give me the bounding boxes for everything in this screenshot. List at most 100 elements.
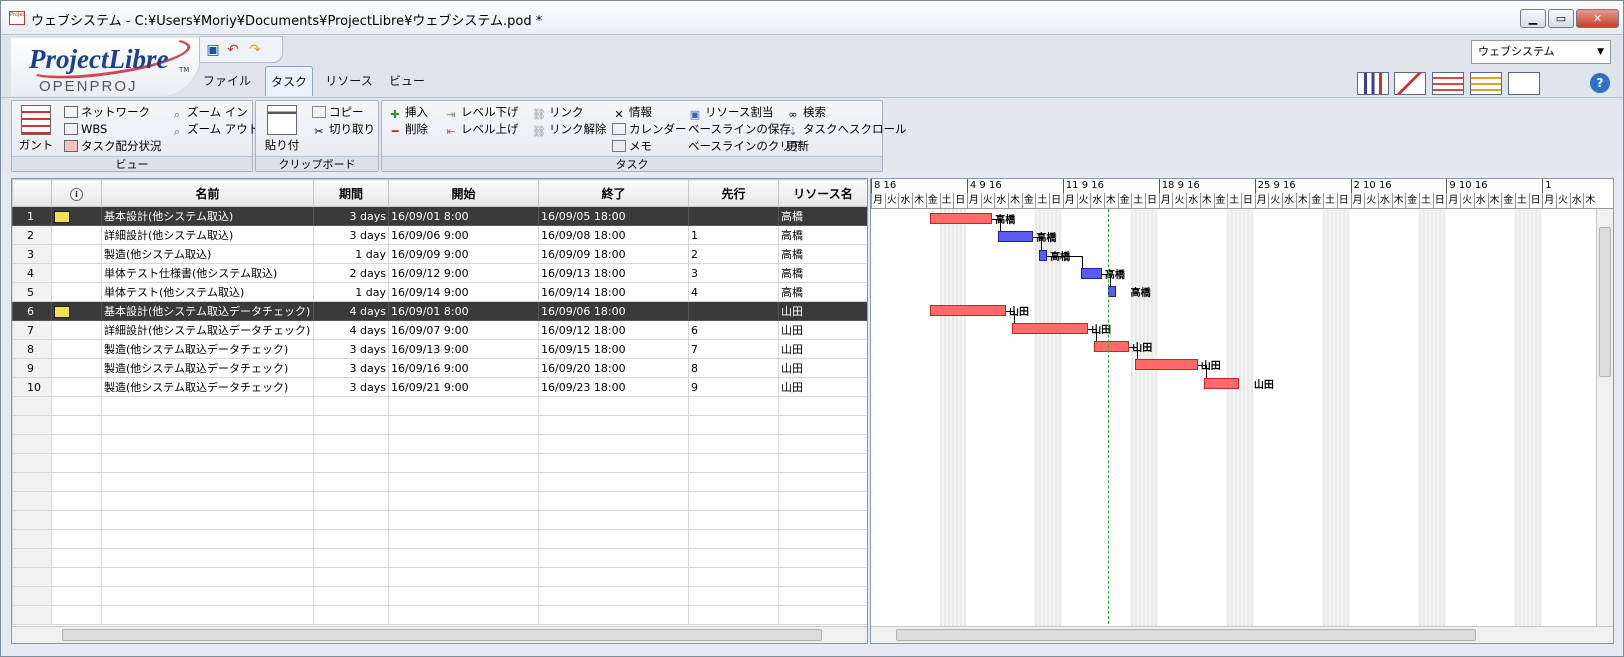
table-row[interactable]: 8 製造(他システム取込データチェック) 3 days 16/09/13 9:00 16… — [12, 339, 867, 359]
empty-cell[interactable] — [313, 586, 389, 606]
duration-cell[interactable]: 2 days — [313, 263, 389, 283]
empty-row[interactable] — [12, 434, 867, 454]
finish-cell[interactable]: 16/09/08 18:00 — [538, 225, 689, 245]
gantt-bar[interactable] — [1012, 322, 1089, 334]
row-number[interactable]: 3 — [12, 244, 52, 264]
row-number[interactable] — [12, 415, 52, 435]
empty-cell[interactable] — [101, 510, 314, 530]
empty-cell[interactable] — [688, 567, 779, 587]
empty-row[interactable] — [12, 605, 867, 625]
indicator-cell[interactable] — [51, 358, 102, 378]
undo-icon[interactable]: ↶ — [224, 42, 242, 58]
unlink-button[interactable]: ⛓ リンク解除 — [532, 121, 606, 138]
gantt-bar[interactable] — [1203, 377, 1239, 389]
duration-cell[interactable]: 3 days — [313, 206, 389, 226]
row-number[interactable] — [12, 567, 52, 587]
scroll-to-task-button[interactable]: ⇣ タスクへスクロール — [786, 121, 906, 138]
empty-cell[interactable] — [538, 415, 689, 435]
empty-cell[interactable] — [778, 586, 867, 606]
row-number[interactable] — [12, 605, 52, 625]
resource-cell[interactable]: 高橋 — [778, 225, 867, 245]
predecessor-cell[interactable]: 4 — [688, 282, 779, 302]
empty-cell[interactable] — [313, 510, 389, 530]
empty-cell[interactable] — [688, 586, 779, 606]
empty-cell[interactable] — [101, 396, 314, 416]
start-cell[interactable]: 16/09/16 9:00 — [388, 358, 539, 378]
resource-cell[interactable]: 山田 — [778, 301, 867, 321]
tab-resource[interactable]: リソース — [317, 66, 381, 96]
tab-view[interactable]: ビュー — [385, 66, 429, 96]
resource-cell[interactable]: 高橋 — [778, 244, 867, 264]
indicator-cell[interactable] — [51, 339, 102, 359]
empty-cell[interactable] — [313, 567, 389, 587]
empty-cell[interactable] — [538, 567, 689, 587]
indicator-cell[interactable] — [51, 263, 102, 283]
table-row[interactable]: 4 単体テスト仕様書(他システム取込) 2 days 16/09/12 9:00 16/… — [12, 263, 867, 283]
grid-horizontal-scrollbar[interactable] — [12, 626, 867, 643]
task-name-cell[interactable]: 単体テスト(他システム取込) — [101, 282, 314, 302]
gantt-horizontal-scrollbar[interactable] — [871, 626, 1613, 643]
empty-cell[interactable] — [51, 605, 102, 625]
empty-cell[interactable] — [538, 396, 689, 416]
empty-cell[interactable] — [388, 529, 539, 549]
empty-cell[interactable] — [51, 586, 102, 606]
info-button[interactable]: ✕ 情報 — [612, 104, 652, 121]
empty-cell[interactable] — [51, 415, 102, 435]
predecessor-cell[interactable]: 2 — [688, 244, 779, 264]
empty-cell[interactable] — [688, 472, 779, 492]
empty-cell[interactable] — [778, 605, 867, 625]
empty-cell[interactable] — [313, 605, 389, 625]
table-row[interactable]: 3 製造(他システム取込) 1 day 16/09/09 9:00 16/09/09 1… — [12, 244, 867, 264]
memo-button[interactable]: メモ — [612, 138, 652, 154]
table-row[interactable]: 1 基本設計(他システム取込) 3 days 16/09/01 8:00 16/09/0… — [12, 206, 867, 226]
start-cell[interactable]: 16/09/06 9:00 — [388, 225, 539, 245]
start-cell[interactable]: 16/09/09 9:00 — [388, 244, 539, 264]
empty-cell[interactable] — [388, 472, 539, 492]
finish-cell[interactable]: 16/09/14 18:00 — [538, 282, 689, 302]
empty-cell[interactable] — [313, 453, 389, 473]
indicator-cell[interactable] — [51, 282, 102, 302]
indicator-cell[interactable] — [51, 244, 102, 264]
gantt-vertical-scrollbar[interactable] — [1596, 209, 1613, 629]
task-name-cell[interactable]: 製造(他システム取込データチェック) — [101, 339, 314, 359]
empty-cell[interactable] — [388, 548, 539, 568]
table-row[interactable]: 10 製造(他システム取込データチェック) 3 days 16/09/21 9:00 1… — [12, 377, 867, 397]
finish-cell[interactable]: 16/09/13 18:00 — [538, 263, 689, 283]
empty-cell[interactable] — [313, 548, 389, 568]
close-button[interactable]: ✕ — [1576, 9, 1619, 28]
empty-cell[interactable] — [688, 415, 779, 435]
empty-row[interactable] — [12, 415, 867, 435]
empty-row[interactable] — [12, 510, 867, 530]
copy-button[interactable]: コピー — [312, 104, 364, 120]
empty-cell[interactable] — [778, 434, 867, 454]
gantt-button[interactable]: ガント — [16, 105, 56, 153]
gantt-bar[interactable] — [1135, 359, 1198, 371]
start-cell[interactable]: 16/09/12 9:00 — [388, 263, 539, 283]
resource-cell[interactable]: 高橋 — [778, 206, 867, 226]
task-name-cell[interactable]: 製造(他システム取込データチェック) — [101, 377, 314, 397]
scroll-thumb[interactable] — [896, 629, 1476, 641]
finish-cell[interactable]: 16/09/15 18:00 — [538, 339, 689, 359]
empty-cell[interactable] — [388, 491, 539, 511]
empty-cell[interactable] — [538, 453, 689, 473]
empty-cell[interactable] — [388, 415, 539, 435]
cut-button[interactable]: ✂ 切り取り — [312, 121, 375, 138]
table-row[interactable]: 5 単体テスト(他システム取込) 1 day 16/09/14 9:00 16/09/1… — [12, 282, 867, 302]
name-header[interactable]: 名前 — [101, 179, 314, 207]
empty-cell[interactable] — [51, 453, 102, 473]
indicator-cell[interactable] — [51, 377, 102, 397]
resource-header[interactable]: リソース名 — [778, 179, 867, 207]
empty-cell[interactable] — [313, 529, 389, 549]
empty-cell[interactable] — [313, 396, 389, 416]
empty-cell[interactable] — [778, 567, 867, 587]
task-name-cell[interactable]: 基本設計(他システム取込データチェック) — [101, 301, 314, 321]
empty-cell[interactable] — [101, 605, 314, 625]
start-cell[interactable]: 16/09/01 8:00 — [388, 206, 539, 226]
empty-cell[interactable] — [388, 567, 539, 587]
finish-cell[interactable]: 16/09/12 18:00 — [538, 320, 689, 340]
empty-cell[interactable] — [778, 491, 867, 511]
delete-button[interactable]: ━ 削除 — [388, 121, 428, 138]
empty-cell[interactable] — [388, 453, 539, 473]
empty-cell[interactable] — [688, 491, 779, 511]
empty-cell[interactable] — [51, 472, 102, 492]
